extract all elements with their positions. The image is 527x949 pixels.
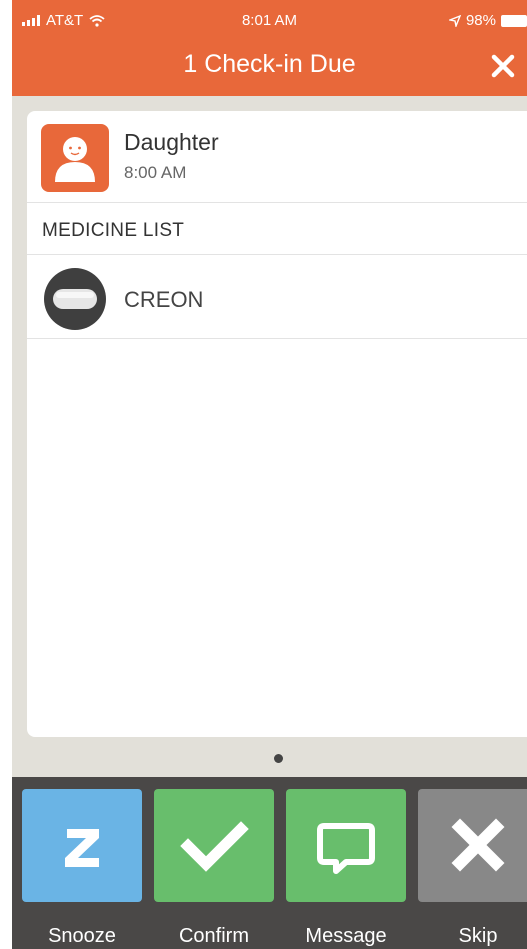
confirm-button[interactable]: Confirm <box>154 789 274 949</box>
battery-icon <box>501 14 527 27</box>
profile-name: Daughter <box>124 129 219 155</box>
profile-row: Daughter 8:00 AM <box>27 111 527 203</box>
section-title: MEDICINE LIST <box>42 220 185 241</box>
message-button[interactable]: Message <box>286 789 406 949</box>
checkin-card: Daughter 8:00 AM MEDICINE LIST CREON <box>27 111 527 737</box>
skip-tile <box>418 789 527 902</box>
battery-percent: 98% <box>465 12 496 29</box>
medicine-list-header: MEDICINE LIST <box>27 203 527 255</box>
page-indicator-dot <box>274 754 283 763</box>
skip-button[interactable]: Skip <box>418 789 527 949</box>
confirm-label: Confirm <box>178 925 249 947</box>
checkmark-icon <box>180 821 249 872</box>
list-item[interactable]: CREON <box>27 255 527 339</box>
action-bar: Snooze Confirm Message Skip <box>12 777 527 949</box>
snooze-icon <box>65 829 99 867</box>
message-label: Message <box>305 925 387 947</box>
snooze-label: Snooze <box>48 925 116 947</box>
close-icon <box>451 818 505 872</box>
header-bar: AT&T 8:01 AM 98% 1 Check-in Due <box>12 0 527 96</box>
skip-label: Skip <box>458 925 498 947</box>
page-title: 1 Check-in Due <box>183 50 356 78</box>
app-frame: AT&T 8:01 AM 98% 1 Check-in Due Daughter… <box>12 0 527 949</box>
pill-icon <box>44 268 106 330</box>
speech-bubble-icon <box>317 823 375 874</box>
avatar <box>41 124 109 192</box>
message-tile <box>286 789 406 902</box>
confirm-tile <box>154 789 274 902</box>
snooze-button[interactable]: Snooze <box>22 789 142 949</box>
close-icon[interactable] <box>487 50 519 82</box>
person-icon <box>55 137 95 182</box>
status-right: 98% <box>448 12 527 29</box>
profile-time: 8:00 AM <box>124 163 187 182</box>
location-arrow-icon <box>448 14 461 27</box>
snooze-tile <box>22 789 142 902</box>
medicine-name: CREON <box>124 287 204 312</box>
status-bar: AT&T 8:01 AM 98% <box>12 0 527 36</box>
